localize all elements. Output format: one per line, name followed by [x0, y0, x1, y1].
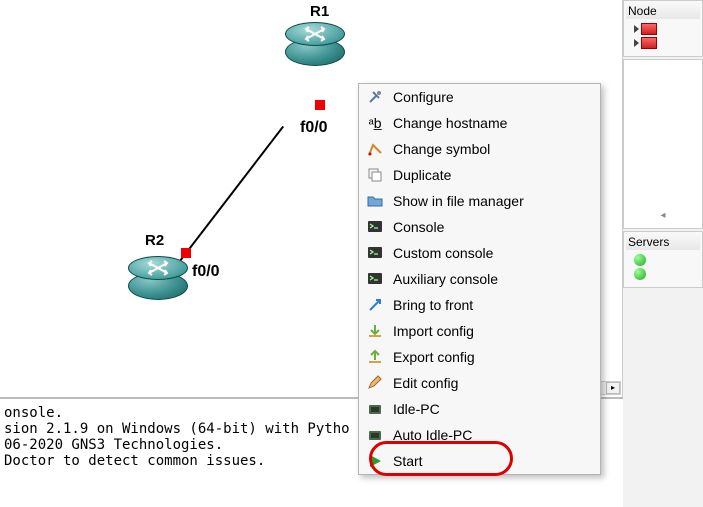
expand-icon[interactable]: [634, 25, 639, 33]
edit-icon: [365, 373, 385, 393]
tools-icon: [365, 87, 385, 107]
export-icon: [365, 347, 385, 367]
router-r1[interactable]: [285, 22, 345, 66]
menu-item-console[interactable]: Console: [359, 214, 600, 240]
menu-item-label: Edit config: [393, 375, 458, 391]
import-icon: [365, 321, 385, 341]
router-r2[interactable]: [128, 256, 188, 300]
console-line: sion 2.1.9 on Windows (64-bit) with Pyth…: [4, 421, 350, 437]
servers-panel: Servers: [623, 231, 703, 288]
menu-item-change-hostname[interactable]: ᵃb̲ Change hostname: [359, 110, 600, 136]
node-panel: Node: [623, 0, 703, 57]
router-label-r2: R2: [145, 232, 164, 249]
menu-item-change-symbol[interactable]: Change symbol: [359, 136, 600, 162]
scroll-right-icon[interactable]: ▸: [606, 382, 620, 394]
right-panel: Node ◂ Servers: [623, 0, 703, 507]
menu-item-label: Bring to front: [393, 297, 473, 313]
menu-item-start[interactable]: Start: [359, 448, 600, 474]
menu-item-export-config[interactable]: Export config: [359, 344, 600, 370]
menu-item-label: Console: [393, 219, 444, 235]
expand-icon[interactable]: [634, 39, 639, 47]
menu-item-show-in-file-manager[interactable]: Show in file manager: [359, 188, 600, 214]
menu-item-label: Configure: [393, 89, 454, 105]
menu-item-edit-config[interactable]: Edit config: [359, 370, 600, 396]
folder-icon: [365, 191, 385, 211]
aux-console-icon: [365, 269, 385, 289]
interface-label-r1: f0/0: [300, 119, 328, 137]
console-line: onsole.: [4, 405, 63, 421]
router-label-r1: R1: [310, 3, 329, 20]
menu-item-label: Auxiliary console: [393, 271, 498, 287]
rename-icon: ᵃb̲: [365, 113, 385, 133]
duplicate-icon: [365, 165, 385, 185]
symbol-icon: [365, 139, 385, 159]
node-status-icon: [641, 37, 657, 49]
interface-label-r2: f0/0: [192, 263, 220, 281]
menu-item-bring-to-front[interactable]: Bring to front: [359, 292, 600, 318]
menu-item-auto-idle-pc[interactable]: Auto Idle-PC: [359, 422, 600, 448]
router-arrows-icon: [146, 260, 170, 276]
context-menu: Configure ᵃb̲ Change hostname Change symbol…: [358, 83, 601, 475]
idle-icon: [365, 399, 385, 419]
menu-item-idle-pc[interactable]: Idle-PC: [359, 396, 600, 422]
menu-item-label: Change symbol: [393, 141, 490, 157]
console-icon: [365, 217, 385, 237]
menu-item-label: Idle-PC: [393, 401, 440, 417]
link-endpoint-r1: [315, 100, 325, 110]
menu-item-configure[interactable]: Configure: [359, 84, 600, 110]
node-panel-title: Node: [626, 3, 700, 19]
menu-item-label: Change hostname: [393, 115, 507, 131]
menu-item-label: Import config: [393, 323, 474, 339]
server-status-icon: [634, 254, 646, 266]
menu-item-label: Duplicate: [393, 167, 451, 183]
menu-item-label: Show in file manager: [393, 193, 524, 209]
panel-spacer: ◂: [623, 59, 703, 229]
console-line: 06-2020 GNS3 Technologies.: [4, 437, 223, 453]
menu-item-auxiliary-console[interactable]: Auxiliary console: [359, 266, 600, 292]
menu-item-custom-console[interactable]: Custom console: [359, 240, 600, 266]
start-icon: [365, 451, 385, 471]
menu-item-label: Custom console: [393, 245, 493, 261]
node-tree-item[interactable]: [626, 22, 700, 36]
auto-idle-icon: [365, 425, 385, 445]
servers-panel-title: Servers: [626, 234, 700, 250]
menu-item-label: Export config: [393, 349, 475, 365]
console-line: Doctor to detect common issues.: [4, 453, 265, 469]
node-tree-item[interactable]: [626, 36, 700, 50]
menu-item-import-config[interactable]: Import config: [359, 318, 600, 344]
node-status-icon: [641, 23, 657, 35]
router-arrows-icon: [303, 26, 327, 42]
menu-item-label: Auto Idle-PC: [393, 427, 472, 443]
menu-item-label: Start: [393, 453, 423, 469]
bring-front-icon: [365, 295, 385, 315]
server-item[interactable]: [626, 267, 700, 281]
custom-console-icon: [365, 243, 385, 263]
server-status-icon: [634, 268, 646, 280]
server-item[interactable]: [626, 253, 700, 267]
scroll-left-icon[interactable]: ◂: [624, 210, 702, 221]
menu-item-duplicate[interactable]: Duplicate: [359, 162, 600, 188]
